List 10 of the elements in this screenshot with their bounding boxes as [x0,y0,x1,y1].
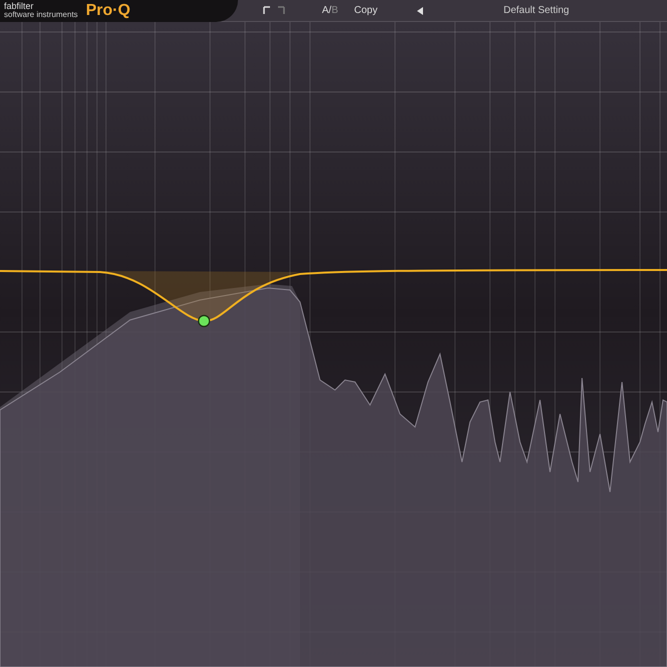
band-handle[interactable] [198,314,210,328]
preset-button[interactable]: Default Setting [503,3,570,18]
brand-tagline: software instruments [4,11,78,19]
left-arrow-icon[interactable] [417,6,424,14]
product-name: Pro·Q [86,2,130,18]
copy-button[interactable]: Copy [354,3,378,18]
redo-icon[interactable] [276,6,286,15]
ab-button[interactable]: A/B [322,3,338,18]
brand-name: fabfilter [4,2,35,11]
undo-icon[interactable] [262,6,272,15]
